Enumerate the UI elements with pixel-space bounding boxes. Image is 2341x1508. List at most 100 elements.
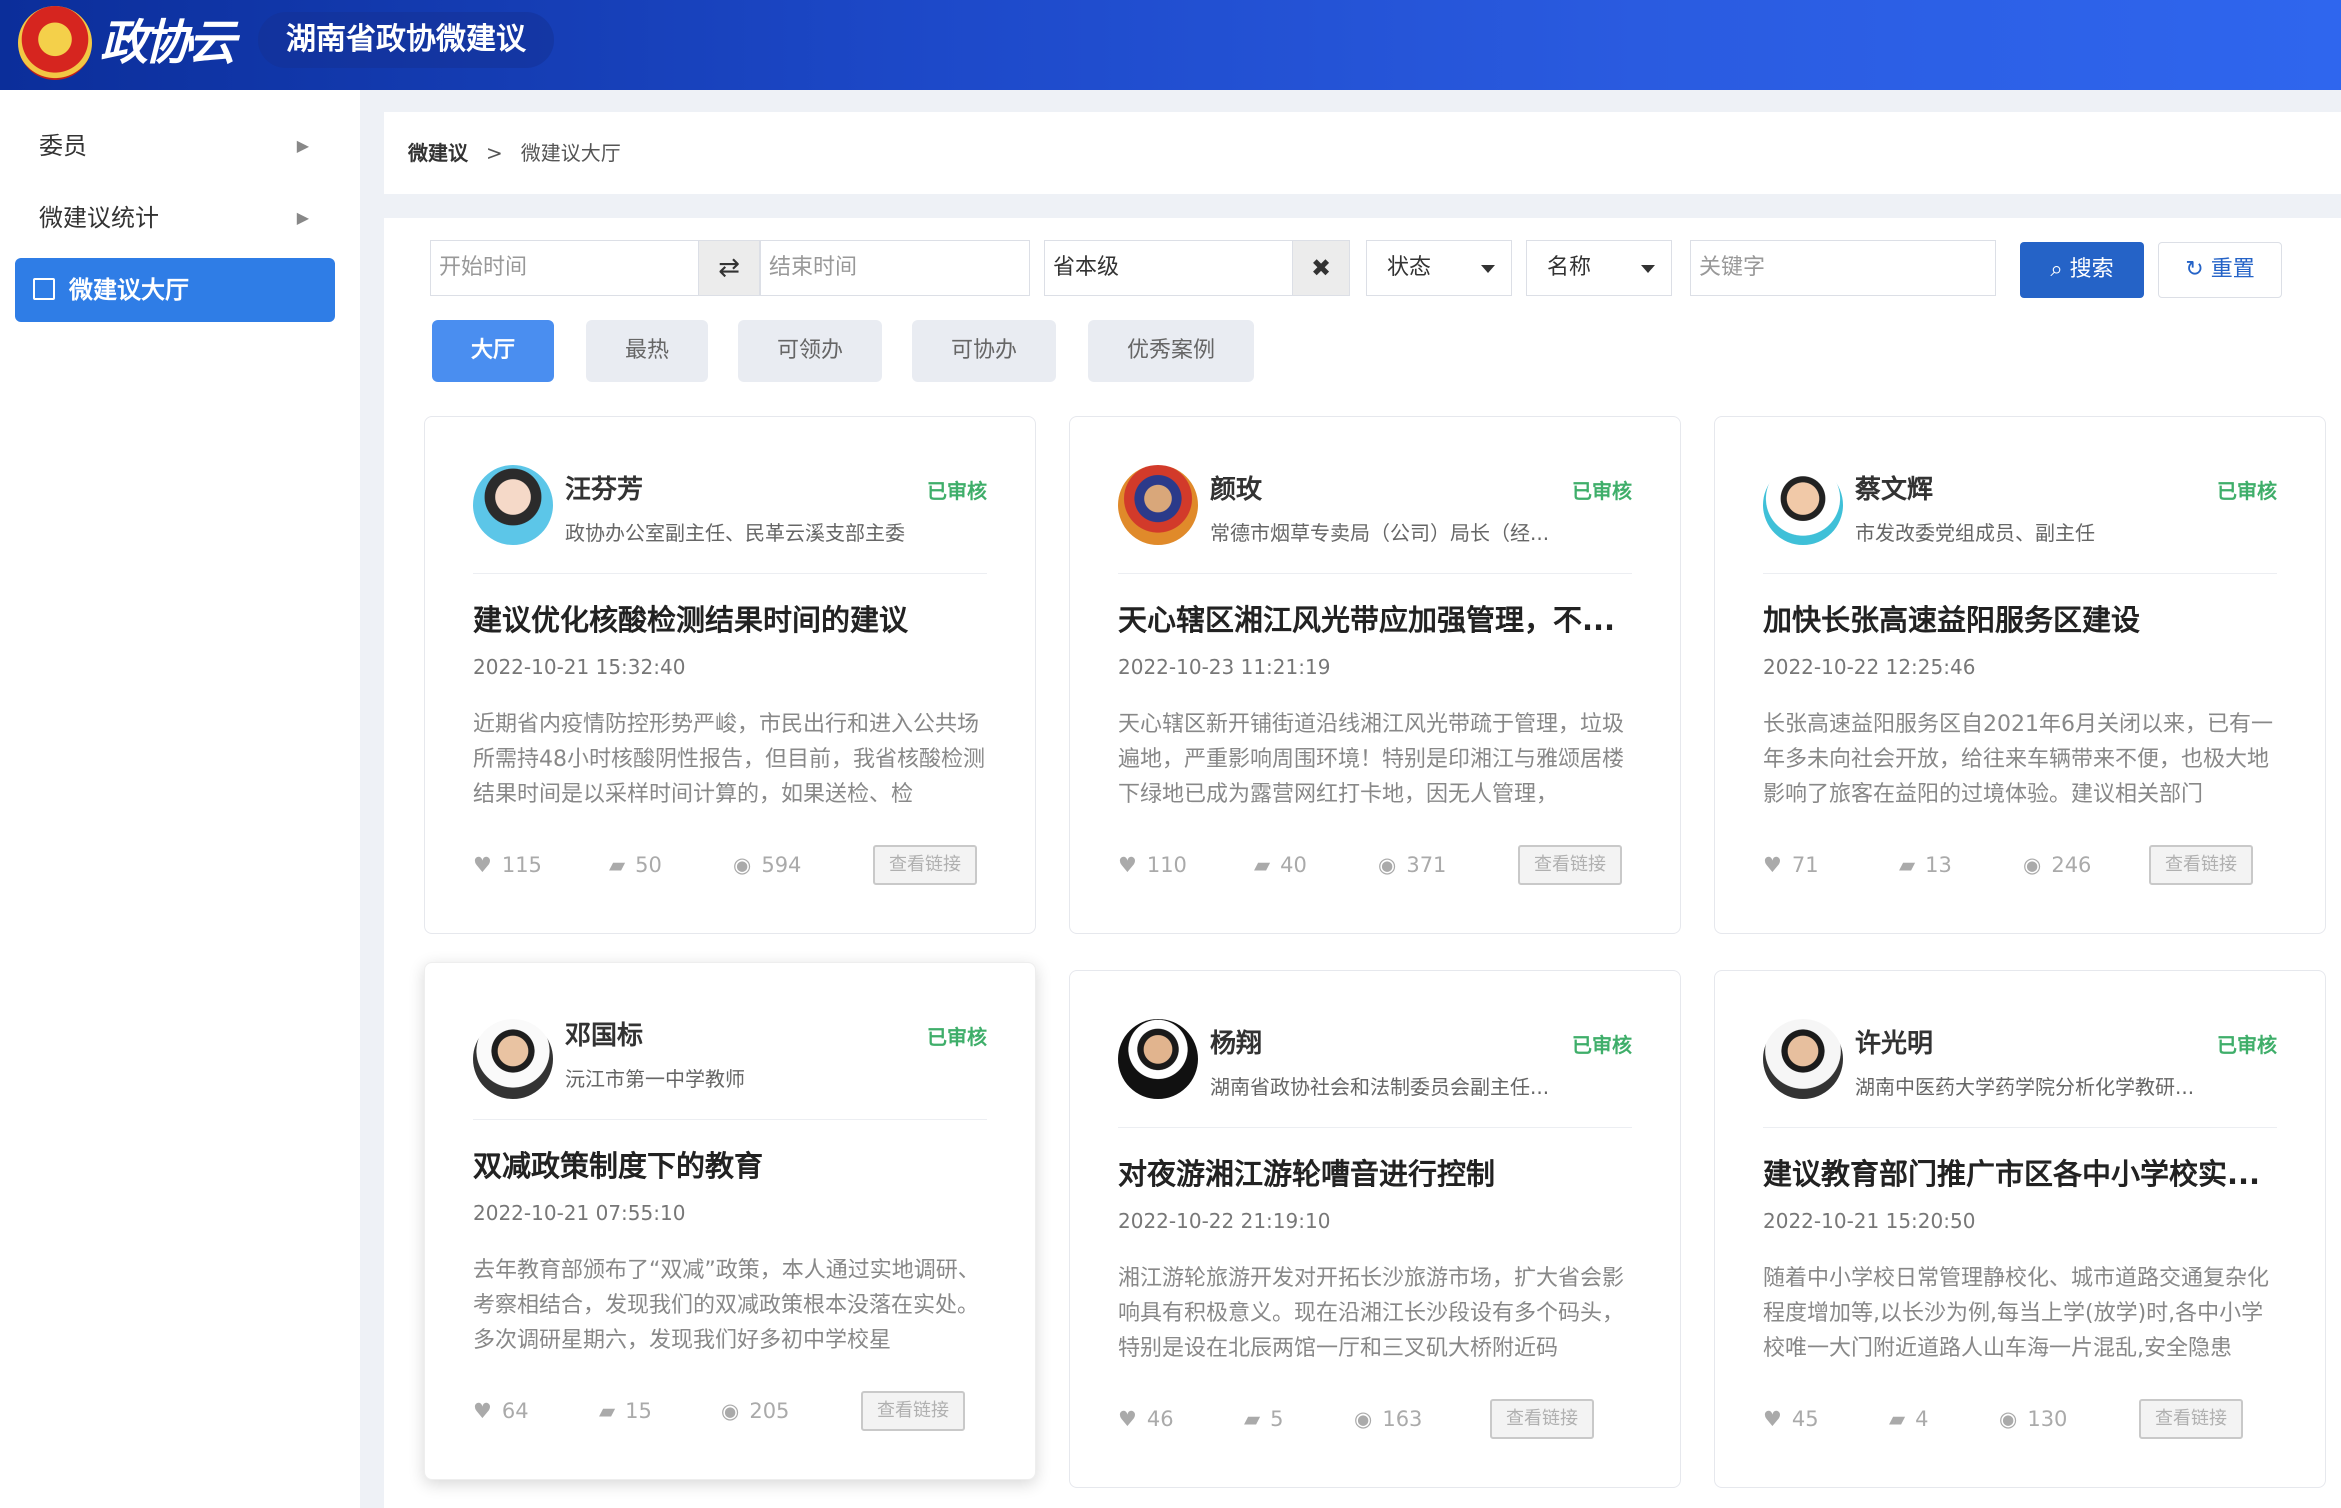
likes[interactable]: ♥ 45 <box>1763 1399 1819 1439</box>
views: ◉ 371 <box>1378 845 1446 885</box>
suggestion-title[interactable]: 天心辖区湘江风光带应加强管理，不... <box>1118 597 1634 639</box>
timestamp: 2022-10-22 12:25:46 <box>1763 655 1976 679</box>
likes[interactable]: ♥ 71 <box>1763 845 1819 885</box>
views-count: 594 <box>761 853 802 877</box>
suggestion-card[interactable]: 蔡文辉 市发改委党组成员、副主任 已审核 加快长张高速益阳服务区建设 2022-… <box>1714 416 2326 934</box>
suggestion-title[interactable]: 建议优化核酸检测结果时间的建议 <box>473 597 989 639</box>
status-badge: 已审核 <box>1572 1033 1632 1057</box>
document-icon <box>33 278 55 300</box>
sidebar-item-members[interactable]: 委员 ▶ <box>15 114 335 178</box>
suggestion-card[interactable]: 杨翔 湖南省政协社会和法制委员会副主任... 已审核 对夜游湘江游轮嘈音进行控制… <box>1069 970 1681 1488</box>
likes[interactable]: ♥ 115 <box>473 845 542 885</box>
views-count: 130 <box>2027 1407 2068 1431</box>
suggestion-title[interactable]: 对夜游湘江游轮嘈音进行控制 <box>1118 1151 1634 1193</box>
eye-icon: ◉ <box>1999 1407 2018 1431</box>
reset-button[interactable]: ↻ 重置 <box>2158 242 2282 298</box>
stats-row: ♥ 71 ▰ 13 ◉ 246 查看链接 <box>1763 845 2279 885</box>
sidebar-item-statistics[interactable]: 微建议统计 ▶ <box>15 186 335 250</box>
keyword-input[interactable]: 关键字 <box>1690 240 1996 296</box>
comments[interactable]: ▰ 13 <box>1899 845 1952 885</box>
comments-count: 50 <box>635 853 662 877</box>
breadcrumb: 微建议 > 微建议大厅 <box>384 112 2341 194</box>
suggestion-excerpt: 去年教育部颁布了“双减”政策，本人通过实地调研、考察相结合，发现我们的双减政策根… <box>473 1258 980 1353</box>
views: ◉ 130 <box>1999 1399 2067 1439</box>
heart-icon: ♥ <box>1118 1407 1137 1431</box>
comments[interactable]: ▰ 40 <box>1254 845 1307 885</box>
clear-icon[interactable]: ✖ <box>1292 240 1350 296</box>
status-select[interactable]: 状态 <box>1366 240 1512 296</box>
suggestion-title[interactable]: 双减政策制度下的教育 <box>473 1143 989 1185</box>
avatar <box>473 465 553 545</box>
reset-button-label: 重置 <box>2210 257 2255 282</box>
suggestion-card[interactable]: 颜玫 常德市烟草专卖局（公司）局长（经... 已审核 天心辖区湘江风光带应加强管… <box>1069 416 1681 934</box>
likes[interactable]: ♥ 110 <box>1118 845 1187 885</box>
suggestion-card[interactable]: 邓国标 沅江市第一中学教师 已审核 双减政策制度下的教育 2022-10-21 … <box>424 962 1036 1480</box>
views: ◉ 594 <box>733 845 801 885</box>
tab-claimable[interactable]: 可领办 <box>738 320 882 382</box>
stats-row: ♥ 64 ▰ 15 ◉ 205 查看链接 <box>473 1391 989 1431</box>
tab-hall[interactable]: 大厅 <box>432 320 554 382</box>
breadcrumb-root[interactable]: 微建议 <box>408 141 468 165</box>
author-name: 颜玫 <box>1210 475 1263 505</box>
view-link-button[interactable]: 查看链接 <box>1490 1399 1594 1439</box>
suggestion-excerpt: 长张高速益阳服务区自2021年6月关闭以来，已有一年多未向社会开放，给往来车辆带… <box>1763 712 2273 807</box>
author-name: 邓国标 <box>565 1021 644 1051</box>
comment-icon: ▰ <box>1244 1407 1261 1431</box>
view-link-button[interactable]: 查看链接 <box>2149 845 2253 885</box>
heart-icon: ♥ <box>1118 853 1137 877</box>
suggestion-excerpt: 天心辖区新开铺街道沿线湘江风光带疏于管理，垃圾遍地，严重影响周围环境！特别是印湘… <box>1118 712 1625 807</box>
comments[interactable]: ▰ 15 <box>599 1391 652 1431</box>
caret-down-icon <box>1641 265 1655 273</box>
logo-text: 政协云 <box>100 15 236 71</box>
comments[interactable]: ▰ 5 <box>1244 1399 1284 1439</box>
views: ◉ 205 <box>721 1391 789 1431</box>
sidebar-item-hall[interactable]: 微建议大厅 <box>15 258 335 322</box>
cppcc-emblem-icon <box>18 6 92 80</box>
swap-arrows-icon[interactable]: ⇄ <box>698 240 760 296</box>
view-link-button[interactable]: 查看链接 <box>873 845 977 885</box>
suggestion-card[interactable]: 汪芬芳 政协办公室副主任、民革云溪支部主委 已审核 建议优化核酸检测结果时间的建… <box>424 416 1036 934</box>
timestamp: 2022-10-21 15:20:50 <box>1763 1209 1976 1233</box>
start-time-input[interactable]: 开始时间 <box>430 240 700 296</box>
status-badge: 已审核 <box>2217 1033 2277 1057</box>
likes-count: 64 <box>501 1399 529 1423</box>
suggestion-title[interactable]: 加快长张高速益阳服务区建设 <box>1763 597 2279 639</box>
region-select[interactable]: 省本级 <box>1044 240 1294 296</box>
suggestion-excerpt: 近期省内疫情防控形势严峻，市民出行和进入公共场所需持48小时核酸阴性报告，但目前… <box>473 712 985 807</box>
sidebar-item-label: 委员 <box>39 132 87 160</box>
status-select-label: 状态 <box>1387 255 1432 280</box>
top-header: 政协云 湖南省政协微建议 <box>0 0 2341 90</box>
author-role: 湖南中医药大学药学院分析化学教研... <box>1855 1075 2195 1099</box>
views: ◉ 246 <box>2023 845 2091 885</box>
views-count: 163 <box>1382 1407 1423 1431</box>
name-select-label: 名称 <box>1547 255 1592 280</box>
author-name: 杨翔 <box>1210 1029 1263 1059</box>
tab-excellent-cases[interactable]: 优秀案例 <box>1088 320 1254 382</box>
caret-down-icon <box>1481 265 1495 273</box>
avatar <box>1118 465 1198 545</box>
comment-icon: ▰ <box>599 1399 616 1423</box>
comments-count: 13 <box>1925 853 1952 877</box>
comments[interactable]: ▰ 4 <box>1889 1399 1929 1439</box>
view-link-button[interactable]: 查看链接 <box>1518 845 1622 885</box>
view-link-button[interactable]: 查看链接 <box>2139 1399 2243 1439</box>
eye-icon: ◉ <box>1378 853 1397 877</box>
likes[interactable]: ♥ 64 <box>473 1391 529 1431</box>
name-select[interactable]: 名称 <box>1526 240 1672 296</box>
tab-cooperable[interactable]: 可协办 <box>912 320 1056 382</box>
suggestion-title[interactable]: 建议教育部门推广市区各中小学校实... <box>1763 1151 2279 1193</box>
status-badge: 已审核 <box>927 1025 987 1049</box>
avatar <box>473 1019 553 1099</box>
likes[interactable]: ♥ 46 <box>1118 1399 1174 1439</box>
comments[interactable]: ▰ 50 <box>609 845 662 885</box>
end-time-input[interactable]: 结束时间 <box>760 240 1030 296</box>
search-button[interactable]: ⌕ 搜索 <box>2020 242 2144 298</box>
likes-count: 45 <box>1791 1407 1819 1431</box>
suggestion-card[interactable]: 许光明 湖南中医药大学药学院分析化学教研... 已审核 建议教育部门推广市区各中… <box>1714 970 2326 1488</box>
app-title[interactable]: 湖南省政协微建议 <box>258 12 554 68</box>
sidebar: 委员 ▶ 微建议统计 ▶ 微建议大厅 <box>0 90 360 1508</box>
search-icon: ⌕ <box>2050 257 2063 282</box>
view-link-button[interactable]: 查看链接 <box>861 1391 965 1431</box>
author-name: 汪芬芳 <box>565 475 644 505</box>
tab-hottest[interactable]: 最热 <box>586 320 708 382</box>
